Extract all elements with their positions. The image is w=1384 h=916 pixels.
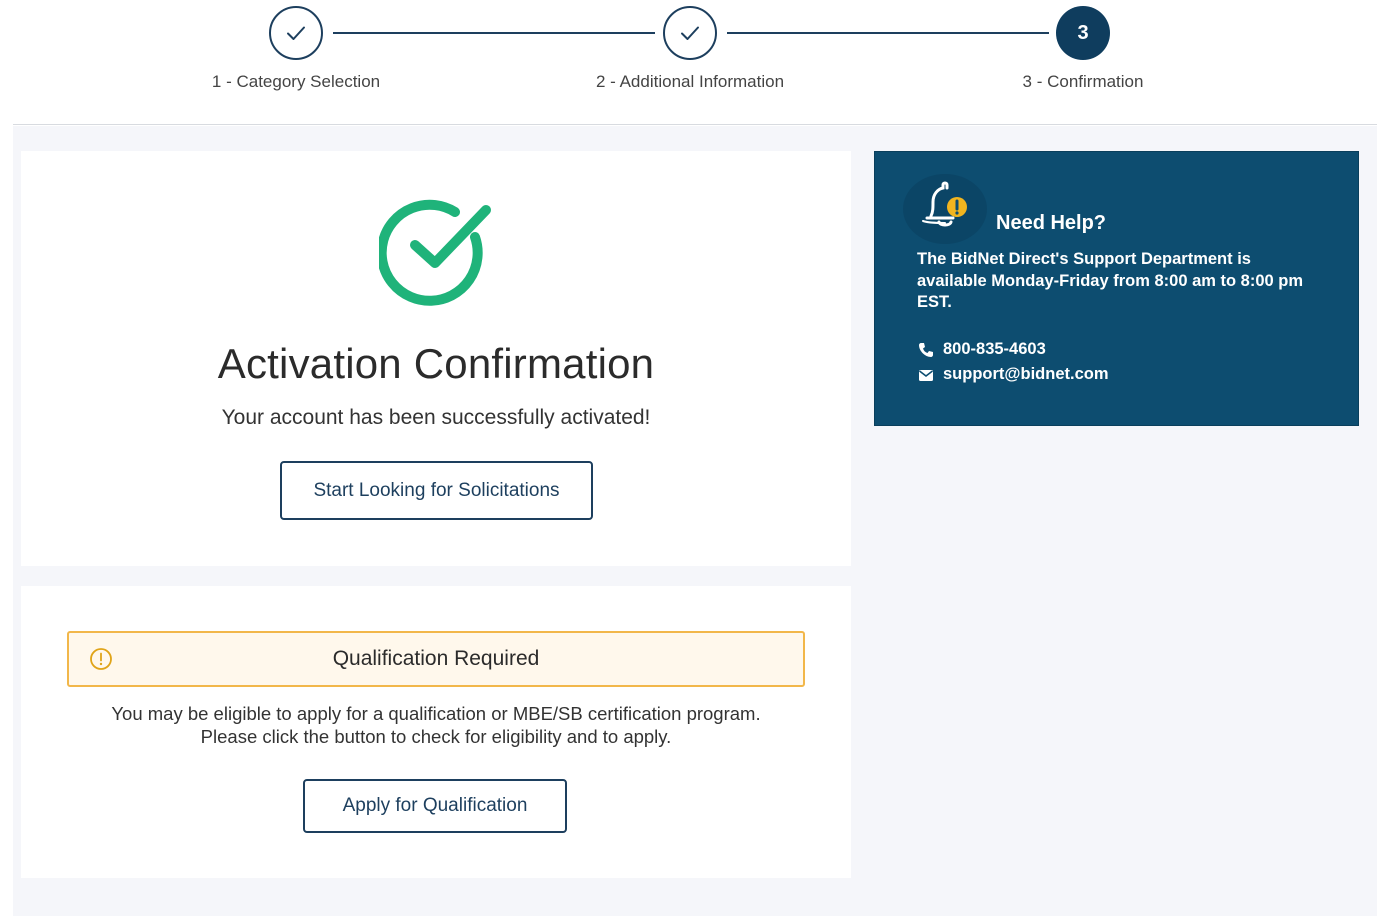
step-1-complete-check-icon xyxy=(269,6,323,60)
step-label-category-selection: 1 - Category Selection xyxy=(211,72,381,91)
need-help-panel: Need Help? The BidNet Direct's Support D… xyxy=(874,151,1359,426)
progress-stepper: 3 1 - Category Selection 2 - Additional … xyxy=(0,0,1384,125)
help-email-address[interactable]: support@bidnet.com xyxy=(943,365,1109,384)
activation-title: Activation Confirmation xyxy=(217,340,655,387)
help-phone: 800-835-4603 xyxy=(917,340,1046,359)
mail-icon xyxy=(917,366,935,384)
activation-subtitle: Your account has been successfully activ… xyxy=(221,406,651,429)
qualification-required-alert: Qualification Required xyxy=(67,631,805,687)
bell-alert-icon xyxy=(922,181,967,227)
step-connector xyxy=(727,32,1049,34)
help-phone-number[interactable]: 800-835-4603 xyxy=(943,340,1046,359)
phone-icon xyxy=(917,341,935,359)
help-email: support@bidnet.com xyxy=(917,365,1109,384)
step-label-additional-information: 2 - Additional Information xyxy=(595,72,785,91)
stepper-divider xyxy=(13,124,1377,125)
step-connector xyxy=(333,32,655,34)
qualification-description-line-1: You may be eligible to apply for a quali… xyxy=(111,703,761,724)
alert-title: Qualification Required xyxy=(332,647,540,670)
apply-for-qualification-button[interactable]: Apply for Qualification xyxy=(303,779,567,833)
start-looking-for-solicitations-button[interactable]: Start Looking for Solicitations xyxy=(280,461,593,520)
help-description: The BidNet Direct's Support Department i… xyxy=(917,250,1304,311)
step-2-complete-check-icon xyxy=(663,6,717,60)
step-label-confirmation: 3 - Confirmation xyxy=(1022,72,1144,91)
step-3-active-indicator: 3 xyxy=(1056,6,1110,60)
help-title: Need Help? xyxy=(996,212,1107,234)
qualification-description: You may be eligible to apply for a quali… xyxy=(21,702,851,748)
qualification-description-line-2: Please click the button to check for eli… xyxy=(200,726,672,747)
success-check-circle-icon xyxy=(379,199,491,306)
